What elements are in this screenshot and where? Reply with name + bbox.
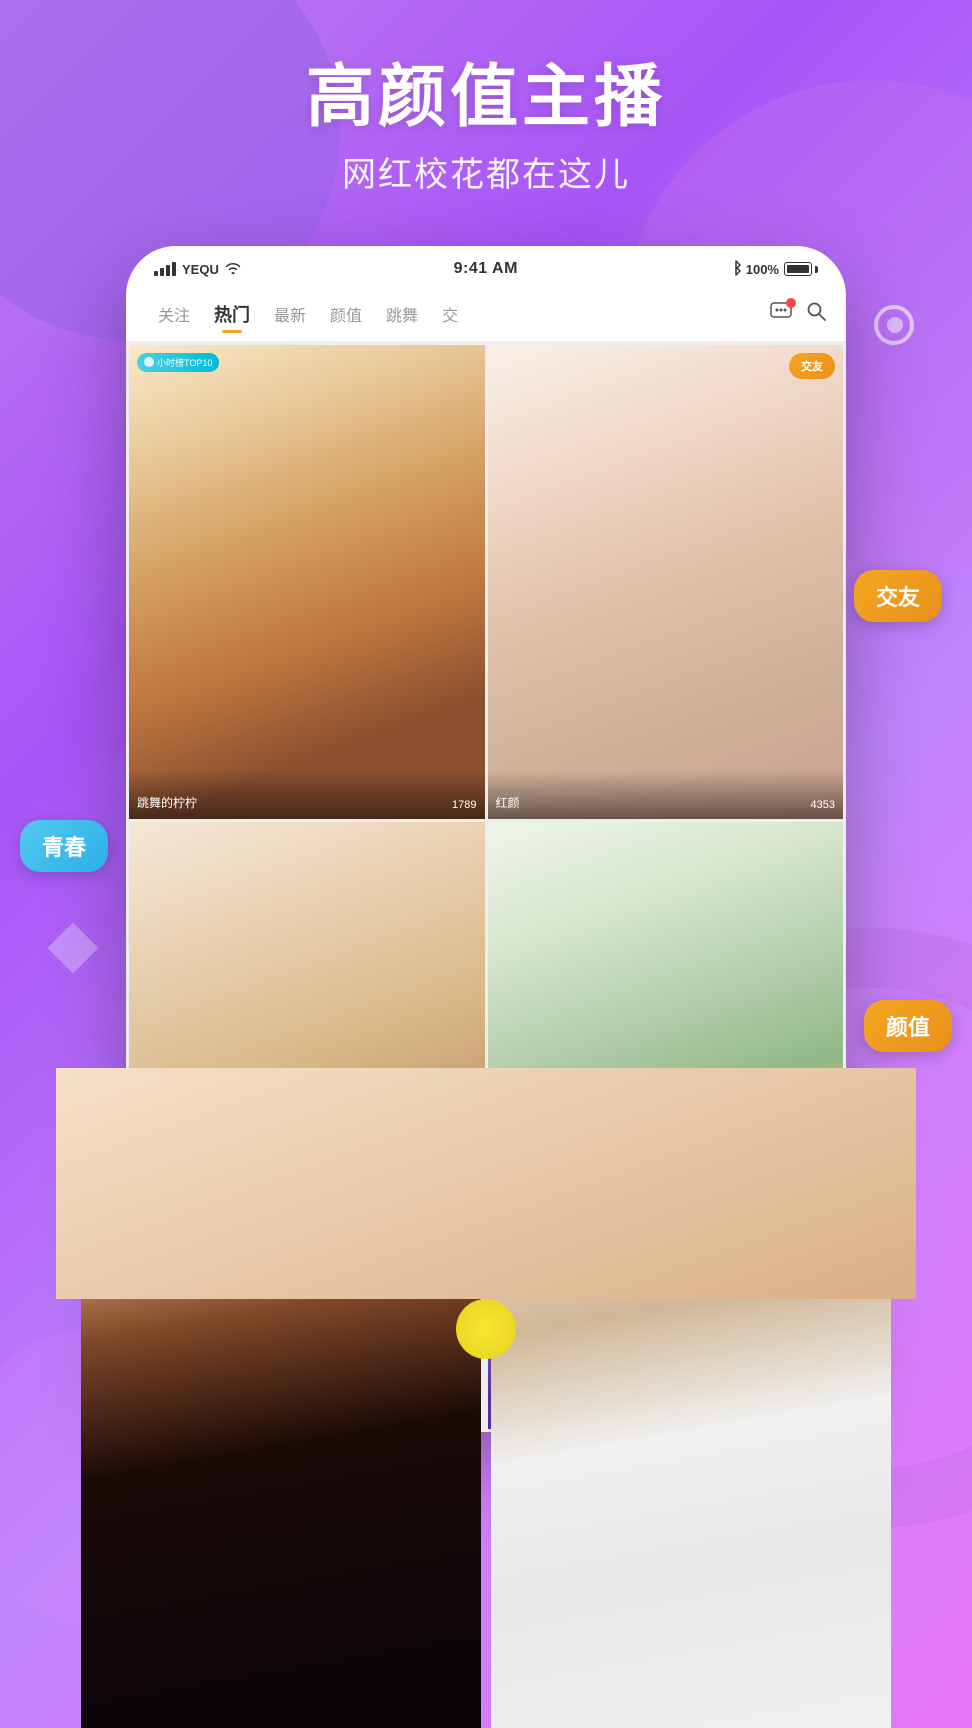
battery-icon: [784, 262, 818, 276]
nav-icons: [770, 301, 826, 326]
tab-yanzhi[interactable]: 颜值: [318, 298, 374, 330]
battery-body: [784, 262, 812, 276]
stream-name-4: 花舞: [496, 1271, 520, 1288]
stream-card-3-overlay: 丢丢呀 424: [129, 1247, 485, 1296]
signal-bar-1: [154, 271, 158, 276]
tab-tiaowu[interactable]: 跳舞: [374, 298, 430, 330]
signal-bar-3: [166, 265, 170, 276]
stream-card-6[interactable]: 你: [488, 1299, 586, 1429]
carrier-text: YEQU: [182, 262, 219, 277]
stream-viewers-2: 4353: [811, 799, 835, 811]
top-badge-1: 小时榜TOP10: [137, 353, 219, 372]
tab-guanzhu[interactable]: 关注: [146, 298, 202, 330]
top-badge-icon-1: [144, 357, 154, 367]
stream-card-4-overlay: 花舞 2369: [488, 1247, 844, 1296]
floating-qingchun-tag: 青春: [20, 820, 108, 872]
jiayou-tag: 交友: [789, 353, 835, 379]
stream-5-badge: 花: [188, 1307, 219, 1331]
stream-card-2-overlay: 红颜 4353: [488, 770, 844, 819]
signal-bar-2: [160, 268, 164, 276]
signal-bar-4: [172, 262, 176, 276]
stream-card-4[interactable]: 花舞 2369: [488, 822, 844, 1296]
message-button[interactable]: [770, 302, 792, 325]
stream-grid-container: 跳舞的柠柠 1789 小时榜TOP10 红颜 4353 交友: [126, 342, 846, 1432]
floating-yanzhi-tag: 颜值: [864, 1000, 952, 1052]
status-left: YEQU: [154, 261, 241, 277]
stream-viewers-1: 1789: [452, 799, 476, 811]
status-right: 100%: [731, 260, 818, 279]
page-content: 高颜值主播 网红校花都在这儿 YEQU: [0, 0, 972, 1432]
tab-remen[interactable]: 热门: [202, 297, 262, 331]
floating-jiayou-tag: 交友: [854, 570, 942, 622]
battery-fill: [787, 265, 809, 273]
stream-card-2[interactable]: 红颜 4353 交友: [488, 345, 844, 819]
battery-tip: [815, 266, 818, 273]
stream-viewers-3: 424: [458, 1276, 476, 1288]
tab-jiao[interactable]: 交: [430, 298, 470, 330]
stream-name-3: 丢丢呀: [137, 1271, 173, 1288]
stream-card-5[interactable]: 花: [129, 1299, 227, 1429]
stream-name-2: 红颜: [496, 794, 520, 811]
stream-grid: 跳舞的柠柠 1789 小时榜TOP10 红颜 4353 交友: [126, 342, 846, 1432]
status-time: 9:41 AM: [454, 260, 518, 278]
stream-6-badge: 你: [546, 1307, 577, 1331]
stream-card-1-overlay: 跳舞的柠柠 1789: [129, 770, 485, 819]
phone-mockup: YEQU 9:41 AM 100%: [126, 246, 846, 1432]
stream-card-1[interactable]: 跳舞的柠柠 1789 小时榜TOP10: [129, 345, 485, 819]
search-button[interactable]: [806, 301, 826, 326]
headline: 高颜值主播 网红校花都在这儿: [306, 60, 666, 196]
tab-zuixin[interactable]: 最新: [262, 298, 318, 330]
stream-card-3[interactable]: 丢丢呀 424: [129, 822, 485, 1296]
nav-tabs: 关注 热门 最新 颜值 跳舞 交: [126, 287, 846, 342]
stream-name-1: 跳舞的柠柠: [137, 794, 197, 811]
bluetooth-icon: [731, 260, 741, 279]
battery-percent: 100%: [746, 262, 779, 277]
wifi-icon: [225, 261, 241, 277]
top-badge-text-1: 小时榜TOP10: [157, 356, 212, 369]
headline-main: 高颜值主播: [306, 60, 666, 135]
stream-viewers-4: 2369: [811, 1276, 835, 1288]
signal-bars: [154, 262, 176, 276]
headline-sub: 网红校花都在这儿: [306, 147, 666, 196]
message-badge: [786, 298, 796, 308]
status-bar: YEQU 9:41 AM 100%: [126, 246, 846, 287]
